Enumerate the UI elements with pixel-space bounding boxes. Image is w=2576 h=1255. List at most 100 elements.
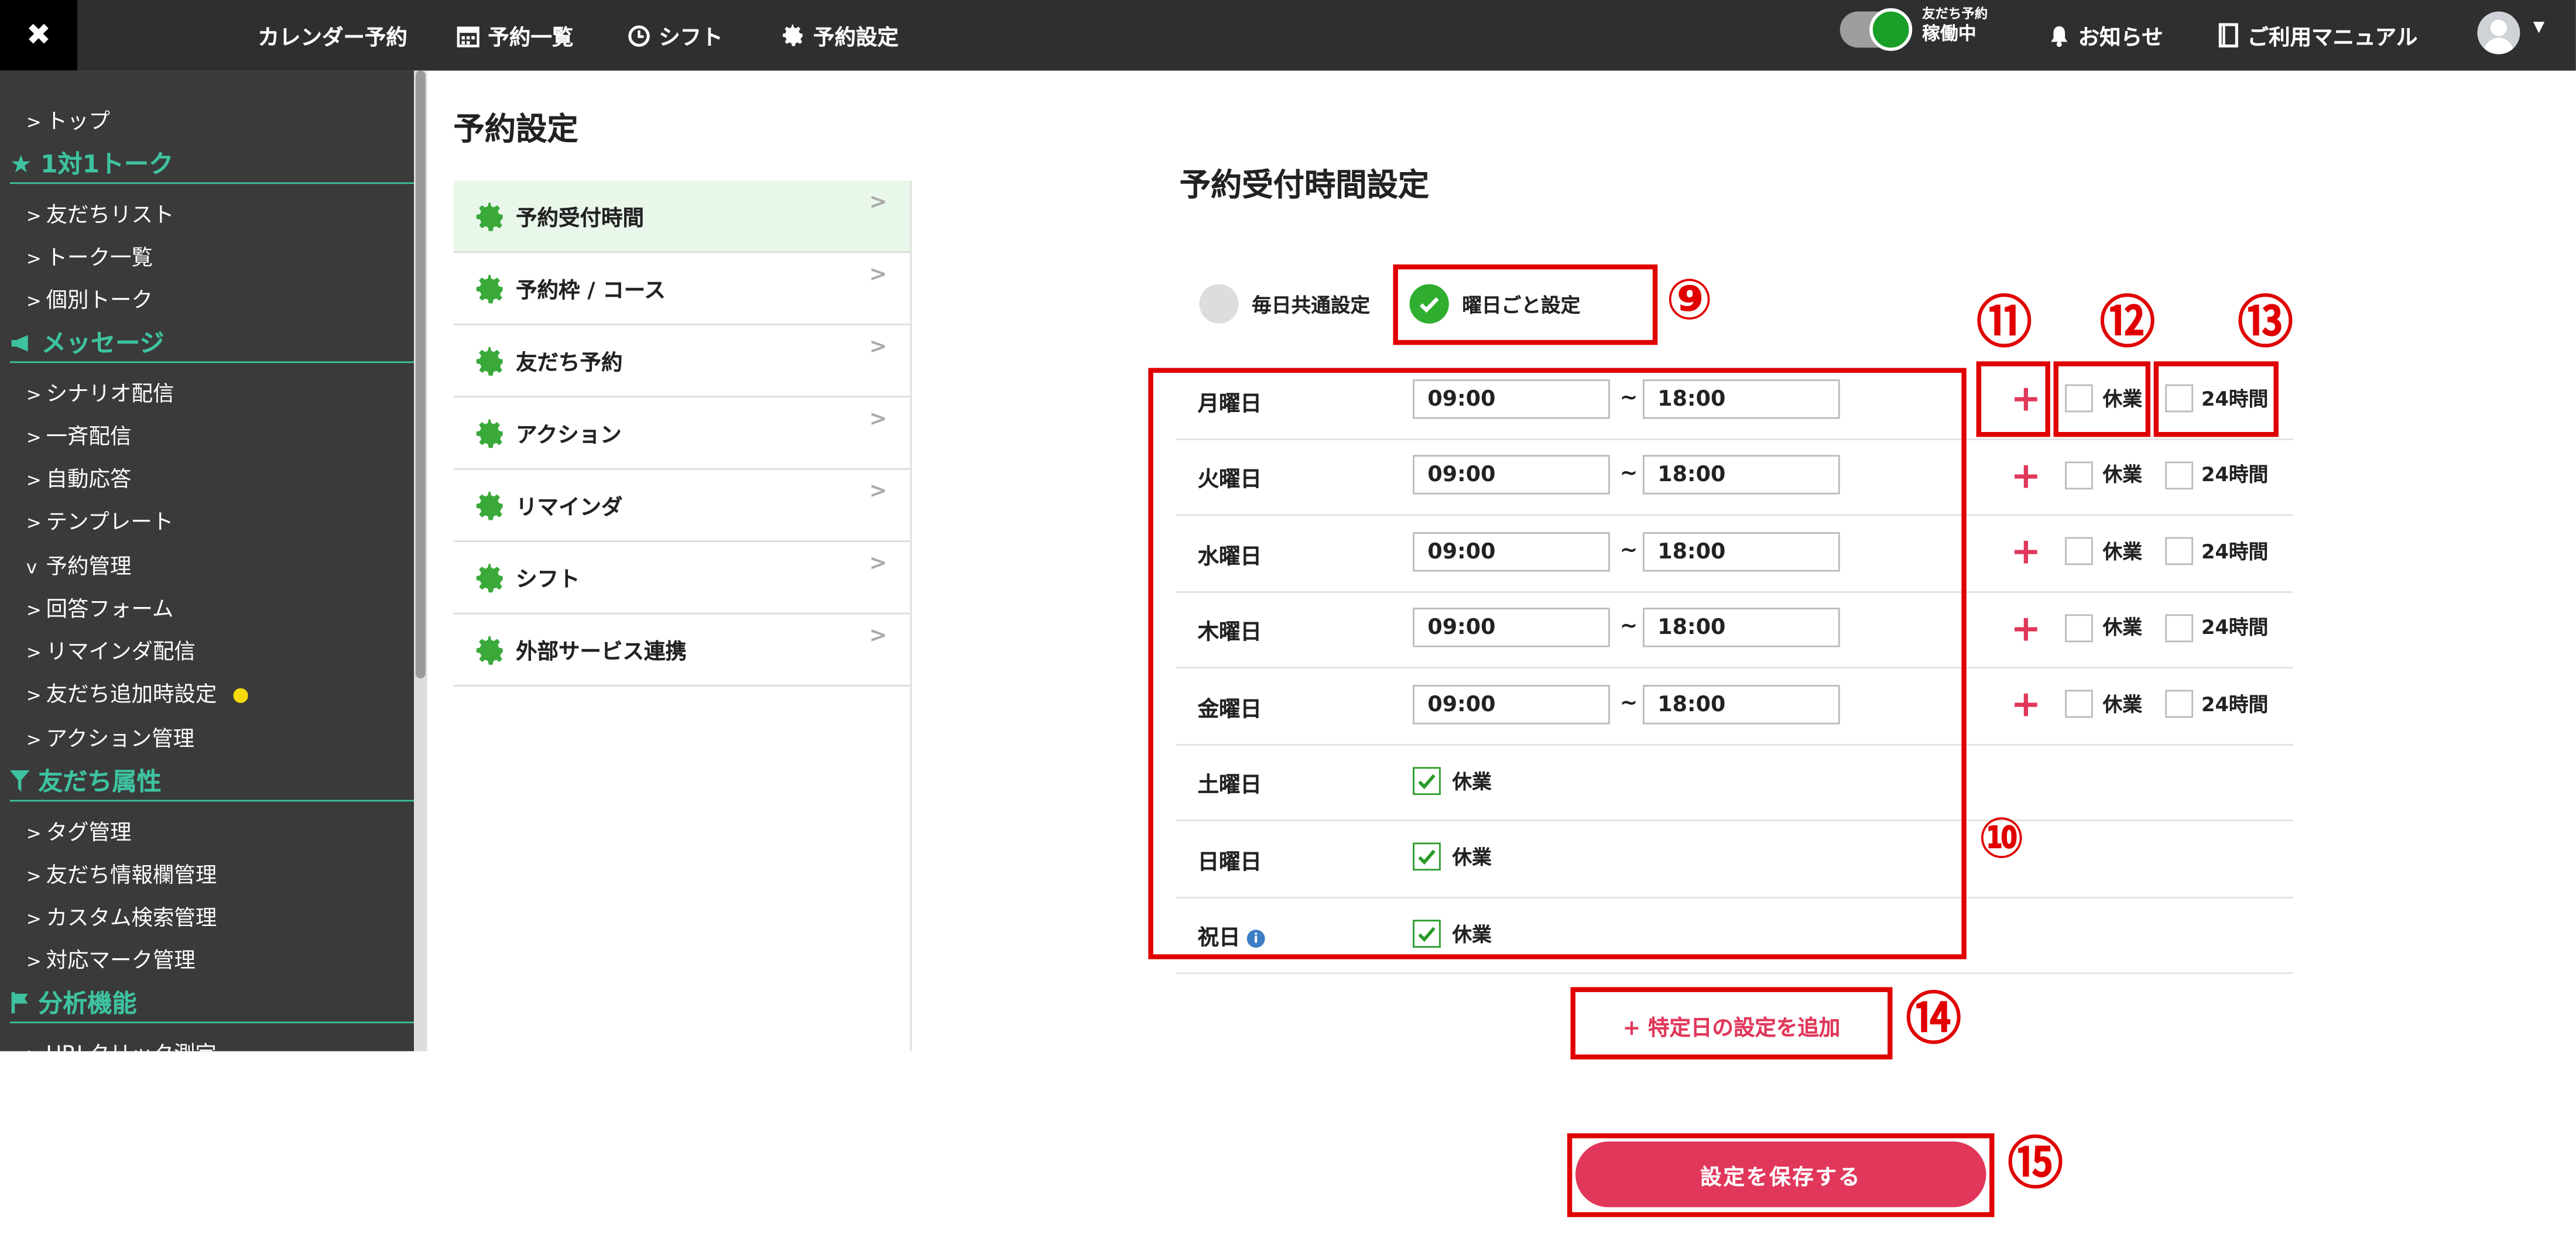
closed-label: 休業 <box>2102 463 2143 486</box>
chevron-right-icon: > <box>869 262 888 288</box>
wednesday-closed-checkbox[interactable] <box>2065 537 2093 565</box>
reservation-active-toggle[interactable] <box>1839 8 1913 51</box>
chevron-right-icon: > <box>869 335 888 360</box>
page-title: 予約設定 <box>453 111 578 148</box>
nav-label: 予約一覧 <box>488 26 574 51</box>
submenu-action[interactable]: アクション > <box>453 397 910 470</box>
sidebar-item-label: カスタム検索管理 <box>46 906 217 932</box>
submenu-external-service[interactable]: 外部サービス連携 > <box>453 614 910 687</box>
nav-reservation-list[interactable]: 予約一覧 <box>457 0 573 71</box>
sidebar-item-label: 友だちリスト <box>46 203 174 229</box>
friday-add-time-button[interactable]: + <box>2011 687 2041 725</box>
chevron-right-icon: > <box>26 427 42 449</box>
tuesday-add-time-button[interactable]: + <box>2011 459 2041 496</box>
scrollbar-thumb[interactable] <box>415 70 426 678</box>
nav-shift[interactable]: シフト <box>628 0 723 71</box>
chevron-right-icon: > <box>26 384 42 406</box>
app-root: ✖ カレンダー予約 予約一覧 シフト 予約設定 友だち予約 稼働中 お知らせ ご… <box>0 0 2576 1255</box>
sidebar-item-reservation[interactable]: v 予約管理 <box>26 548 132 580</box>
book-icon <box>2218 23 2238 48</box>
gear-icon <box>476 491 503 520</box>
sidebar-scrollbar[interactable] <box>414 70 427 1051</box>
wednesday-24h-checkbox[interactable] <box>2165 537 2194 565</box>
chevron-down-icon[interactable]: ▼ <box>2533 20 2544 36</box>
sidebar-item-label: トーク一覧 <box>46 246 153 271</box>
sidebar-item-friend-add[interactable]: > 友だち追加時設定 <box>26 677 248 708</box>
sidebar-section-analysis: 分析機能 <box>9 986 415 1024</box>
megaphone-icon <box>11 335 28 352</box>
sidebar: > トップ ★ 1対1トーク > 友だちリスト > トーク一覧 > 個別トーク メッセー… <box>0 70 415 1051</box>
sidebar-item-talk-list[interactable]: > トーク一覧 <box>26 240 153 271</box>
sidebar-item-tag[interactable]: > タグ管理 <box>26 815 132 846</box>
manual-link[interactable]: ご利用マニュアル <box>2218 0 2417 71</box>
sidebar-item-label: シナリオ配信 <box>46 382 174 407</box>
sidebar-item-friend-info[interactable]: > 友だち情報欄管理 <box>26 858 217 889</box>
submenu-label: アクション <box>516 423 622 449</box>
manual-label: ご利用マニュアル <box>2247 26 2418 51</box>
sidebar-section-attr: 友だち属性 <box>9 764 415 802</box>
gear-icon <box>476 274 503 303</box>
section-label: 1対1トーク <box>40 149 174 179</box>
sidebar-item-url-click[interactable]: >URLクリック測定 <box>26 1037 217 1051</box>
sidebar-item-individual-talk[interactable]: > 個別トーク <box>26 283 153 314</box>
chevron-right-icon: > <box>26 951 42 973</box>
thursday-add-time-button[interactable]: + <box>2011 612 2041 649</box>
sidebar-item-friend-list[interactable]: > 友だちリスト <box>26 197 174 228</box>
chevron-right-icon: > <box>26 729 42 751</box>
notice-link[interactable]: お知らせ <box>2049 0 2163 71</box>
sidebar-item-label: トップ <box>46 110 111 135</box>
submenu-reminder[interactable]: リマインダ > <box>453 470 910 542</box>
submenu-shift[interactable]: シフト > <box>453 542 910 615</box>
chevron-right-icon: > <box>26 469 42 491</box>
sidebar-item-auto-reply[interactable]: > 自動応答 <box>26 461 132 493</box>
friday-24h-checkbox[interactable] <box>2165 690 2194 718</box>
nav-label: シフト <box>659 26 723 51</box>
wednesday-add-time-button[interactable]: + <box>2011 534 2041 572</box>
gear-icon <box>476 635 503 664</box>
status-small: 友だち予約 <box>1922 6 1988 22</box>
closed-label: 休業 <box>2102 693 2143 716</box>
notification-dot <box>233 688 248 703</box>
user-avatar[interactable] <box>2477 11 2520 54</box>
friday-closed-checkbox[interactable] <box>2065 690 2093 718</box>
sidebar-item-action[interactable]: > アクション管理 <box>26 721 194 752</box>
mode-common-radio[interactable]: 毎日共通設定 <box>1199 284 1370 324</box>
annotation-box-10 <box>1148 368 1967 959</box>
sidebar-item-broadcast[interactable]: > 一斉配信 <box>26 419 132 450</box>
annotation-box-12 <box>2053 361 2151 437</box>
close-button[interactable]: ✖ <box>0 0 77 71</box>
gear-icon <box>476 563 503 592</box>
chevron-right-icon: > <box>26 642 42 664</box>
annotation-number-14: ⑭ <box>1905 987 1962 1053</box>
tuesday-24h-checkbox[interactable] <box>2165 461 2194 490</box>
submenu-slot-course[interactable]: 予約枠 / コース > <box>453 253 910 325</box>
sidebar-item-template[interactable]: > テンプレート <box>26 504 173 536</box>
nav-reservation-settings[interactable]: 予約設定 <box>780 0 899 71</box>
annotation-box-9 <box>1393 264 1658 345</box>
calendar-icon <box>457 26 479 47</box>
chevron-right-icon: > <box>26 865 42 887</box>
sidebar-item-label: 自動応答 <box>46 468 132 493</box>
nav-calendar-reservation[interactable]: カレンダー予約 <box>258 0 407 71</box>
chevron-right-icon: > <box>26 1045 46 1051</box>
clock-icon <box>628 25 650 46</box>
submenu-label: 外部サービス連携 <box>516 640 687 666</box>
submenu-reception-time[interactable]: 予約受付時間 > <box>453 180 910 253</box>
avatar-body <box>2483 37 2514 54</box>
thursday-closed-checkbox[interactable] <box>2065 614 2093 643</box>
gear-icon <box>476 201 503 231</box>
sidebar-item-scenario[interactable]: > シナリオ配信 <box>26 376 174 407</box>
allday-label: 24時間 <box>2201 463 2269 486</box>
sidebar-item-label: 友だち情報欄管理 <box>46 863 217 889</box>
sidebar-item-custom-search[interactable]: > カスタム検索管理 <box>26 900 217 931</box>
tuesday-closed-checkbox[interactable] <box>2065 461 2093 490</box>
annotation-number-10: ⑩ <box>1978 806 2026 872</box>
sidebar-item-mark[interactable]: > 対応マーク管理 <box>26 943 196 974</box>
thursday-24h-checkbox[interactable] <box>2165 614 2194 643</box>
submenu-friend-reservation[interactable]: 友だち予約 > <box>453 325 910 398</box>
chevron-right-icon: > <box>26 685 42 707</box>
sidebar-item-label: アクション管理 <box>46 728 195 753</box>
sidebar-item-top[interactable]: > トップ <box>26 104 110 135</box>
sidebar-item-answer-form[interactable]: > 回答フォーム <box>26 591 173 622</box>
sidebar-item-remind[interactable]: > リマインダ配信 <box>26 634 196 665</box>
